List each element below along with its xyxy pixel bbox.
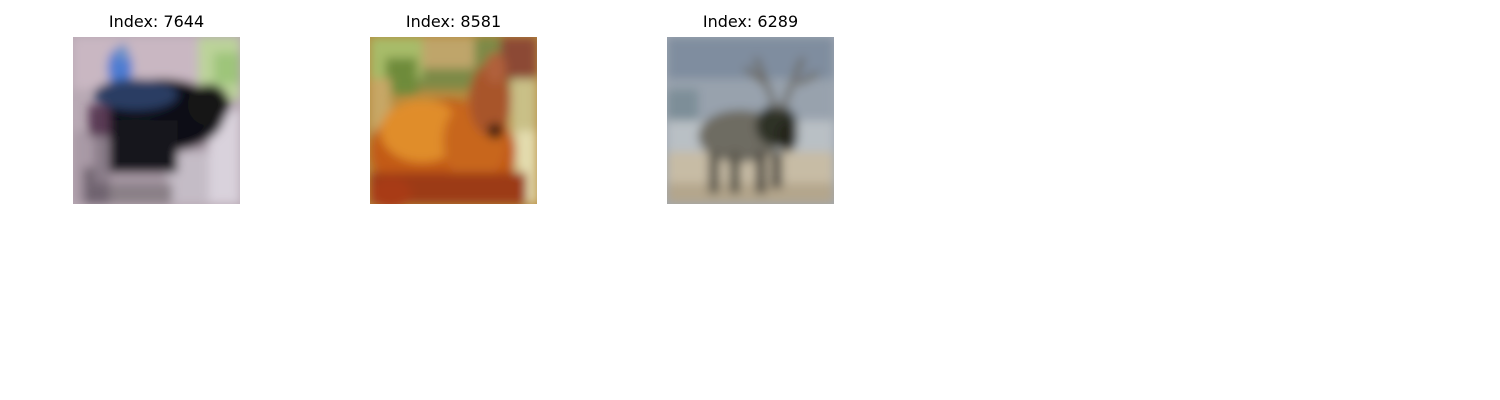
panel-title: Index: 7644 <box>108 12 205 31</box>
thumbnail-image <box>73 37 240 204</box>
panel-title: Index: 6289 <box>702 12 799 31</box>
panel-title: Index: 8581 <box>405 12 502 31</box>
thumbnail-image <box>667 37 834 204</box>
thumbnail-image <box>370 37 537 204</box>
